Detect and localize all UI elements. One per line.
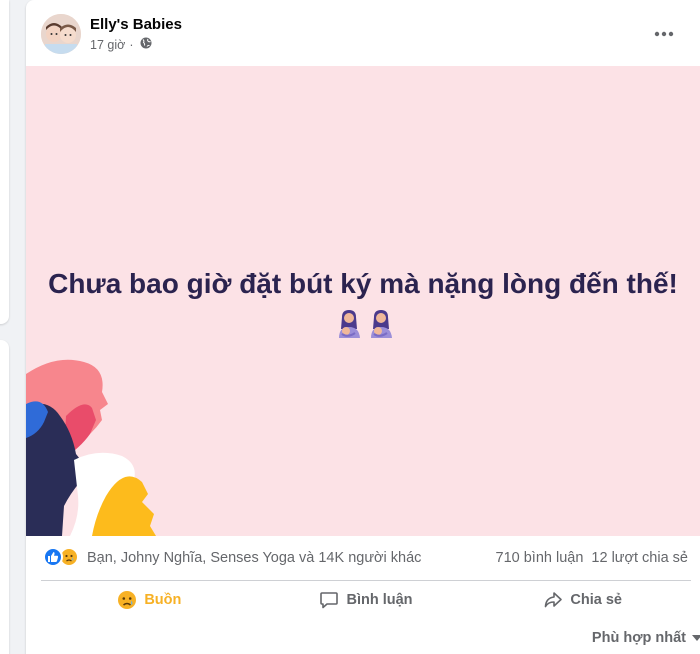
silhouettes-illustration — [26, 359, 156, 536]
page-name[interactable]: Elly's Babies — [90, 16, 182, 33]
sad-reaction-label: Buồn — [144, 592, 182, 608]
left-sidebar-card — [0, 340, 9, 654]
meta-separator: · — [129, 37, 134, 52]
post-stats: 710 bình luận 12 lượt chia sẻ — [496, 550, 688, 566]
comment-icon — [320, 592, 339, 609]
post-content[interactable]: Chưa bao giờ đặt bút ký mà nặng lòng đến… — [26, 66, 700, 536]
more-options-button[interactable] — [646, 16, 682, 52]
like-icon — [43, 547, 63, 567]
share-count[interactable]: 12 lượt chia sẻ — [591, 550, 688, 566]
post-header: Elly's Babies 17 giờ · — [26, 0, 700, 66]
sad-face-icon — [118, 591, 137, 609]
share-icon — [545, 592, 563, 608]
post-card: Elly's Babies 17 giờ · Chưa bao giờ đặt … — [26, 0, 700, 654]
page-avatar[interactable] — [41, 14, 81, 54]
post-text-body: Chưa bao giờ đặt bút ký mà nặng lòng đến… — [48, 268, 678, 299]
reaction-names[interactable]: Bạn, Johny Nghĩa, Senses Yoga và 14K ngư… — [87, 550, 421, 566]
sad-reaction-button[interactable]: Buồn — [41, 582, 258, 618]
more-dots-icon — [654, 31, 674, 37]
post-text: Chưa bao giờ đặt bút ký mà nặng lòng đến… — [26, 263, 700, 347]
caret-down-icon — [692, 635, 700, 641]
left-sidebar-card — [0, 0, 9, 324]
post-time[interactable]: 17 giờ — [90, 38, 125, 52]
comment-button[interactable]: Bình luận — [258, 582, 475, 618]
reaction-icons[interactable] — [43, 547, 79, 567]
comment-count[interactable]: 710 bình luận — [496, 550, 584, 566]
reactions-summary: Bạn, Johny Nghĩa, Senses Yoga và 14K ngư… — [26, 536, 700, 582]
breastfeeding-emoji — [336, 309, 396, 339]
share-label: Chia sẻ — [570, 592, 622, 608]
share-button[interactable]: Chia sẻ — [474, 582, 691, 618]
divider — [41, 580, 691, 581]
globe-icon[interactable] — [140, 37, 152, 52]
post-actions: Buồn Bình luận Chia sẻ — [41, 582, 691, 618]
comment-label: Bình luận — [346, 592, 413, 608]
comment-sort-label: Phù hợp nhất — [591, 630, 686, 646]
comment-sort-dropdown[interactable]: Phù hợp nhất — [592, 630, 700, 646]
post-meta: 17 giờ · — [90, 37, 152, 52]
